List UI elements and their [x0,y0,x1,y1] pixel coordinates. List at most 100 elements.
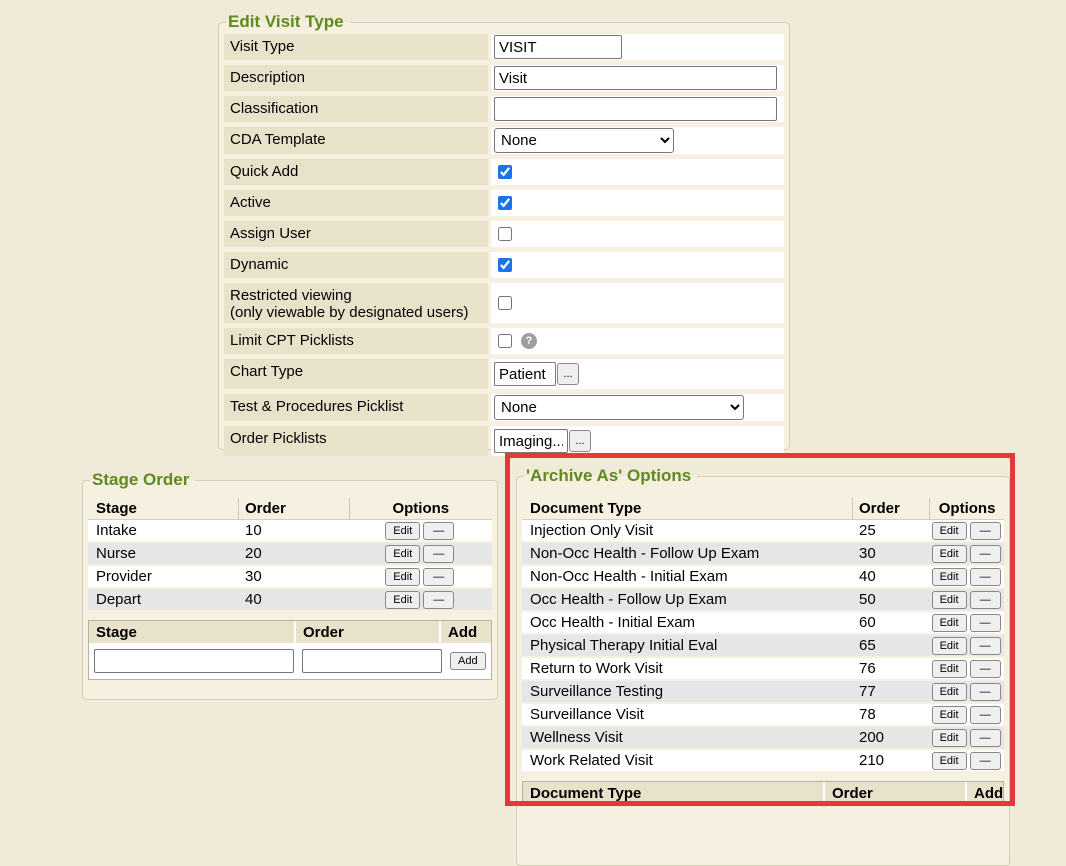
edit-button[interactable]: Edit [932,637,967,655]
edit-button[interactable]: Edit [385,591,420,609]
remove-button[interactable]: — [970,522,1001,540]
document-type-cell: Physical Therapy Initial Eval [522,637,852,654]
edit-button[interactable]: Edit [932,706,967,724]
visit-type-input[interactable] [494,35,622,59]
remove-button[interactable]: — [423,591,454,609]
classification-input[interactable] [494,97,777,121]
remove-button[interactable]: — [970,591,1001,609]
remove-button[interactable]: — [970,752,1001,770]
cda-template-select[interactable]: None [494,128,674,153]
dynamic-checkbox[interactable] [498,258,512,272]
new-stage-input[interactable] [94,649,294,673]
chart-type-input[interactable] [494,362,556,386]
chart-type-cell: ... [491,359,784,389]
archive-add-header: Document Type Order Add [523,782,1003,804]
edit-button[interactable]: Edit [932,568,967,586]
edit-button[interactable]: Edit [932,660,967,678]
stage-cell: Nurse [88,545,238,562]
table-row: Intake 10 Edit — [88,520,492,543]
remove-button[interactable]: — [970,660,1001,678]
order-cell: 40 [852,568,928,585]
form-row-dynamic: Dynamic [224,252,784,278]
stage-cell: Intake [88,522,238,539]
remove-button[interactable]: — [423,568,454,586]
visit-type-label: Visit Type [224,34,488,60]
stage-add-header: Stage Order Add [89,621,491,643]
remove-button[interactable]: — [970,545,1001,563]
active-checkbox[interactable] [498,196,512,210]
test-procedures-label: Test & Procedures Picklist [224,394,488,421]
document-type-cell: Wellness Visit [522,729,852,746]
limit-cpt-checkbox[interactable] [498,334,512,348]
table-row: Nurse 20 Edit — [88,543,492,566]
stage-add-box: Stage Order Add Add [88,620,492,680]
edit-button[interactable]: Edit [932,545,967,563]
form-row-quick-add: Quick Add [224,159,784,185]
add-stage-column-header: Stage [89,621,294,643]
assign-user-checkbox[interactable] [498,227,512,241]
help-question-icon[interactable]: ? [521,333,537,349]
remove-button[interactable]: — [970,637,1001,655]
document-type-cell: Non-Occ Health - Initial Exam [522,568,852,585]
form-row-chart-type: Chart Type ... [224,359,784,389]
order-cell: 77 [852,683,928,700]
stage-order-panel: Stage Order Stage Order Options Intake 1… [82,470,498,700]
remove-button[interactable]: — [970,683,1001,701]
edit-button[interactable]: Edit [385,568,420,586]
remove-button[interactable]: — [970,614,1001,632]
stage-order-table-header: Stage Order Options [88,498,492,520]
description-input[interactable] [494,66,777,90]
remove-button[interactable]: — [970,706,1001,724]
table-row: Occ Health - Initial Exam 60 Edit — [522,612,1004,635]
edit-button[interactable]: Edit [932,522,967,540]
order-cell: 30 [852,545,928,562]
assign-user-label: Assign User [224,221,488,247]
document-type-column-header: Document Type [522,500,852,517]
edit-button[interactable]: Edit [385,522,420,540]
table-row: Return to Work Visit 76 Edit — [522,658,1004,681]
form-row-test-procedures: Test & Procedures Picklist None [224,394,784,421]
order-column-header: Order [239,500,349,517]
quick-add-checkbox[interactable] [498,165,512,179]
table-row: Injection Only Visit 25 Edit — [522,520,1004,543]
order-cell: 50 [852,591,928,608]
table-row: Provider 30 Edit — [88,566,492,589]
classification-label: Classification [224,96,488,122]
table-row: Occ Health - Follow Up Exam 50 Edit — [522,589,1004,612]
edit-button[interactable]: Edit [932,683,967,701]
stage-cell: Provider [88,568,238,585]
edit-button[interactable]: Edit [385,545,420,563]
order-picklists-browse-button[interactable]: ... [569,430,591,452]
limit-cpt-label: Limit CPT Picklists [224,328,488,354]
restricted-viewing-checkbox[interactable] [498,296,512,310]
stage-column-header: Stage [88,500,238,517]
restricted-viewing-cell [491,283,784,323]
table-row: Non-Occ Health - Follow Up Exam 30 Edit … [522,543,1004,566]
add-stage-button[interactable]: Add [450,652,486,670]
document-type-cell: Injection Only Visit [522,522,852,539]
edit-button[interactable]: Edit [932,614,967,632]
edit-button[interactable]: Edit [932,752,967,770]
remove-button[interactable]: — [423,522,454,540]
document-type-cell: Occ Health - Initial Exam [522,614,852,631]
order-picklists-input[interactable] [494,429,568,453]
test-procedures-select[interactable]: None [494,395,744,420]
new-stage-order-input[interactable] [302,649,442,673]
archive-add-box: Document Type Order Add [522,781,1004,805]
classification-cell [491,96,784,122]
form-row-classification: Classification [224,96,784,122]
remove-button[interactable]: — [970,568,1001,586]
description-cell [491,65,784,91]
edit-button[interactable]: Edit [932,591,967,609]
edit-visit-type-legend: Edit Visit Type [226,12,350,32]
remove-button[interactable]: — [970,729,1001,747]
remove-button[interactable]: — [423,545,454,563]
chart-type-browse-button[interactable]: ... [557,363,579,385]
order-cell: 40 [238,591,348,608]
archive-as-options-legend: 'Archive As' Options [524,466,697,486]
form-row-visit-type: Visit Type [224,34,784,60]
edit-visit-type-panel: Edit Visit Type Visit Type Description C… [218,12,790,450]
table-row: Non-Occ Health - Initial Exam 40 Edit — [522,566,1004,589]
document-type-cell: Return to Work Visit [522,660,852,677]
edit-button[interactable]: Edit [932,729,967,747]
